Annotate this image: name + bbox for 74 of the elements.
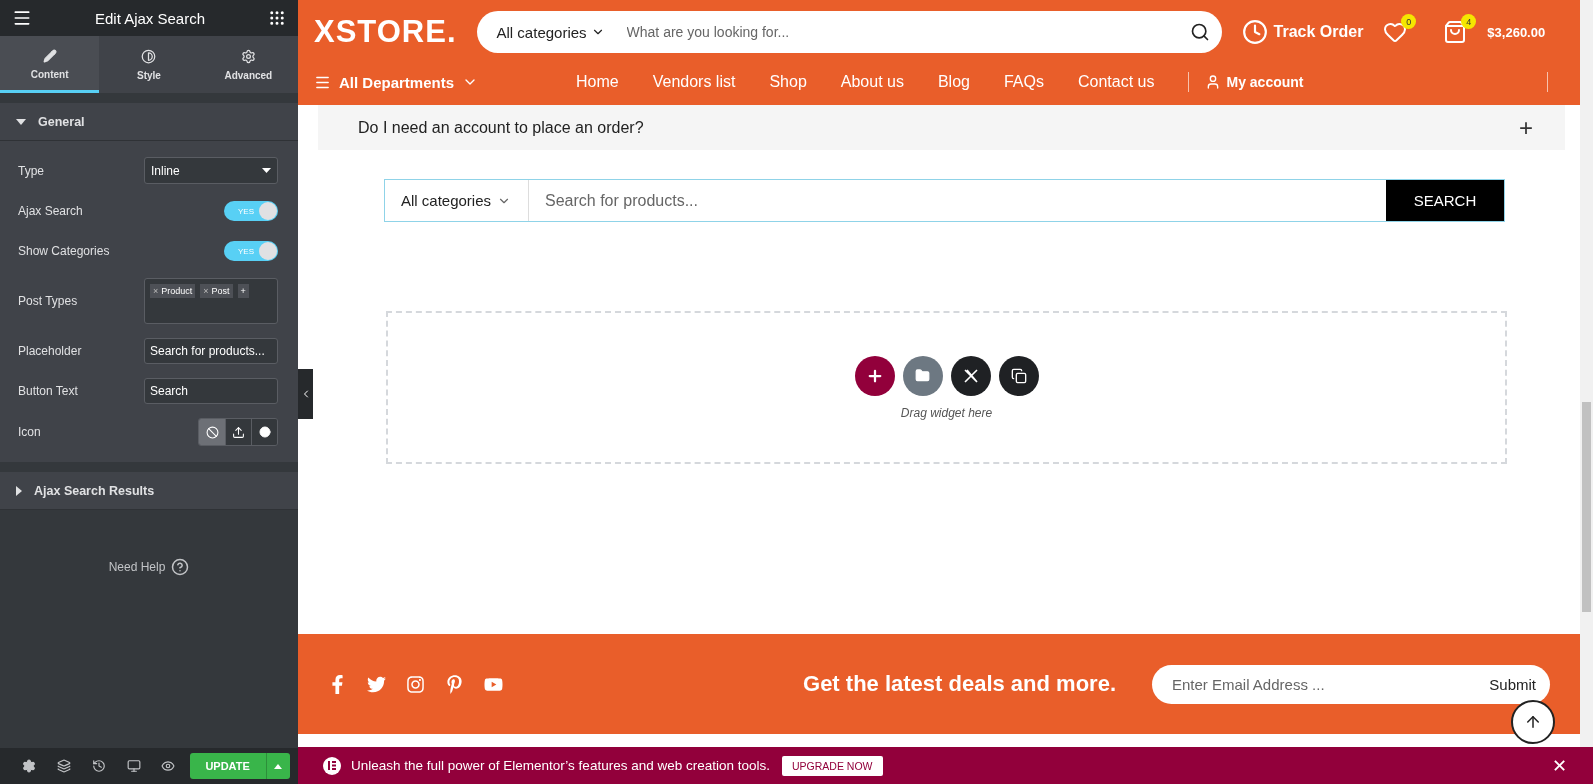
plus-icon[interactable]: + (1519, 113, 1533, 142)
x-icon (962, 367, 979, 384)
menu-icon[interactable] (12, 8, 32, 28)
layers-icon[interactable] (57, 759, 72, 773)
header-search-field[interactable]: All categories What are you looking for... (476, 11, 1222, 53)
update-options-button[interactable] (265, 753, 290, 779)
icon-option[interactable] (251, 419, 277, 445)
circle-icon (258, 426, 271, 438)
remove-tag-button[interactable]: × (153, 286, 159, 296)
caret-down-icon (262, 168, 271, 173)
icon-option[interactable] (225, 419, 251, 445)
bag-icon[interactable] (1443, 20, 1468, 44)
control-label: Button Text (18, 384, 78, 398)
section-header[interactable]: General (0, 103, 298, 141)
category-dropdown[interactable]: All categories (496, 23, 605, 41)
footer-tagline: Get the latest deals and more. (803, 671, 1116, 697)
settings-icon (240, 48, 256, 64)
scrollbar-thumb[interactable] (1582, 402, 1591, 612)
upgrade-button[interactable]: UPGRADE NOW (782, 755, 883, 776)
heart-icon[interactable] (1383, 20, 1408, 44)
faq-item[interactable]: Do I need an account to place an order? + (318, 105, 1565, 150)
search-bar[interactable]: All categories Search for products... SEARCH (384, 179, 1505, 222)
remove-tag-button[interactable]: × (203, 286, 209, 296)
faq-question: Do I need an account to place an order? (358, 118, 644, 137)
panel-tab[interactable]: Content (0, 36, 100, 93)
close-button[interactable]: ✕ (1546, 753, 1573, 778)
post-types-field[interactable]: × Product × Post + (144, 278, 278, 324)
control-label: Icon (18, 425, 41, 439)
text-field[interactable]: Search for products... (144, 338, 278, 364)
xstore-button[interactable] (950, 355, 991, 396)
monitor-icon[interactable] (126, 759, 141, 773)
copy-icon (1010, 367, 1027, 384)
tag-label: Product (161, 286, 193, 296)
control-label: Ajax Search (18, 204, 83, 218)
contrast-icon (141, 48, 157, 64)
control-label: Placeholder (18, 344, 82, 358)
text-field[interactable]: Search (144, 378, 278, 404)
grid-icon[interactable] (268, 9, 286, 27)
caret-up-icon (274, 763, 283, 769)
control-label: Show Categories (18, 244, 110, 258)
clock-icon (1241, 19, 1268, 45)
control-label: Post Types (18, 294, 78, 308)
history-icon[interactable] (91, 759, 106, 773)
drop-hint: Drag widget here (900, 405, 993, 420)
help-link[interactable]: Need Help (108, 560, 166, 574)
caret-right-icon (16, 485, 22, 496)
submit-button[interactable]: Submit (1489, 675, 1536, 693)
add-section-button[interactable] (854, 355, 895, 396)
search-icon[interactable] (1189, 22, 1210, 42)
pencil-icon (42, 49, 57, 63)
twitter-icon[interactable] (367, 674, 386, 694)
upload-icon (232, 425, 245, 439)
tag-label: Post (211, 286, 230, 296)
folder-icon (915, 368, 930, 383)
type-select[interactable]: Inline (144, 157, 278, 184)
help-icon[interactable] (171, 558, 190, 576)
control-label: Type (18, 163, 44, 178)
email-field[interactable]: Enter Email Address ... Submit (1152, 664, 1550, 704)
wishlist-count: 0 (1401, 14, 1417, 29)
elementor-logo-icon (323, 756, 341, 775)
search-button[interactable]: SEARCH (1386, 180, 1504, 221)
instagram-icon[interactable] (406, 674, 425, 694)
section-header[interactable]: Ajax Search Results (0, 472, 298, 510)
add-tag-button[interactable]: + (237, 284, 249, 298)
eye-icon[interactable] (161, 759, 176, 773)
template-button[interactable] (902, 355, 943, 396)
settings-icon[interactable] (22, 759, 37, 773)
caret-down-icon (16, 118, 26, 125)
panel-title: Edit Ajax Search (94, 9, 206, 27)
pinterest-icon[interactable] (445, 674, 464, 694)
cart-count: 4 (1461, 14, 1477, 29)
paste-button[interactable] (998, 355, 1039, 396)
none-icon (205, 425, 219, 439)
promo-text: Unleash the full power of Elementor’s features and web creation tools. (351, 758, 770, 773)
